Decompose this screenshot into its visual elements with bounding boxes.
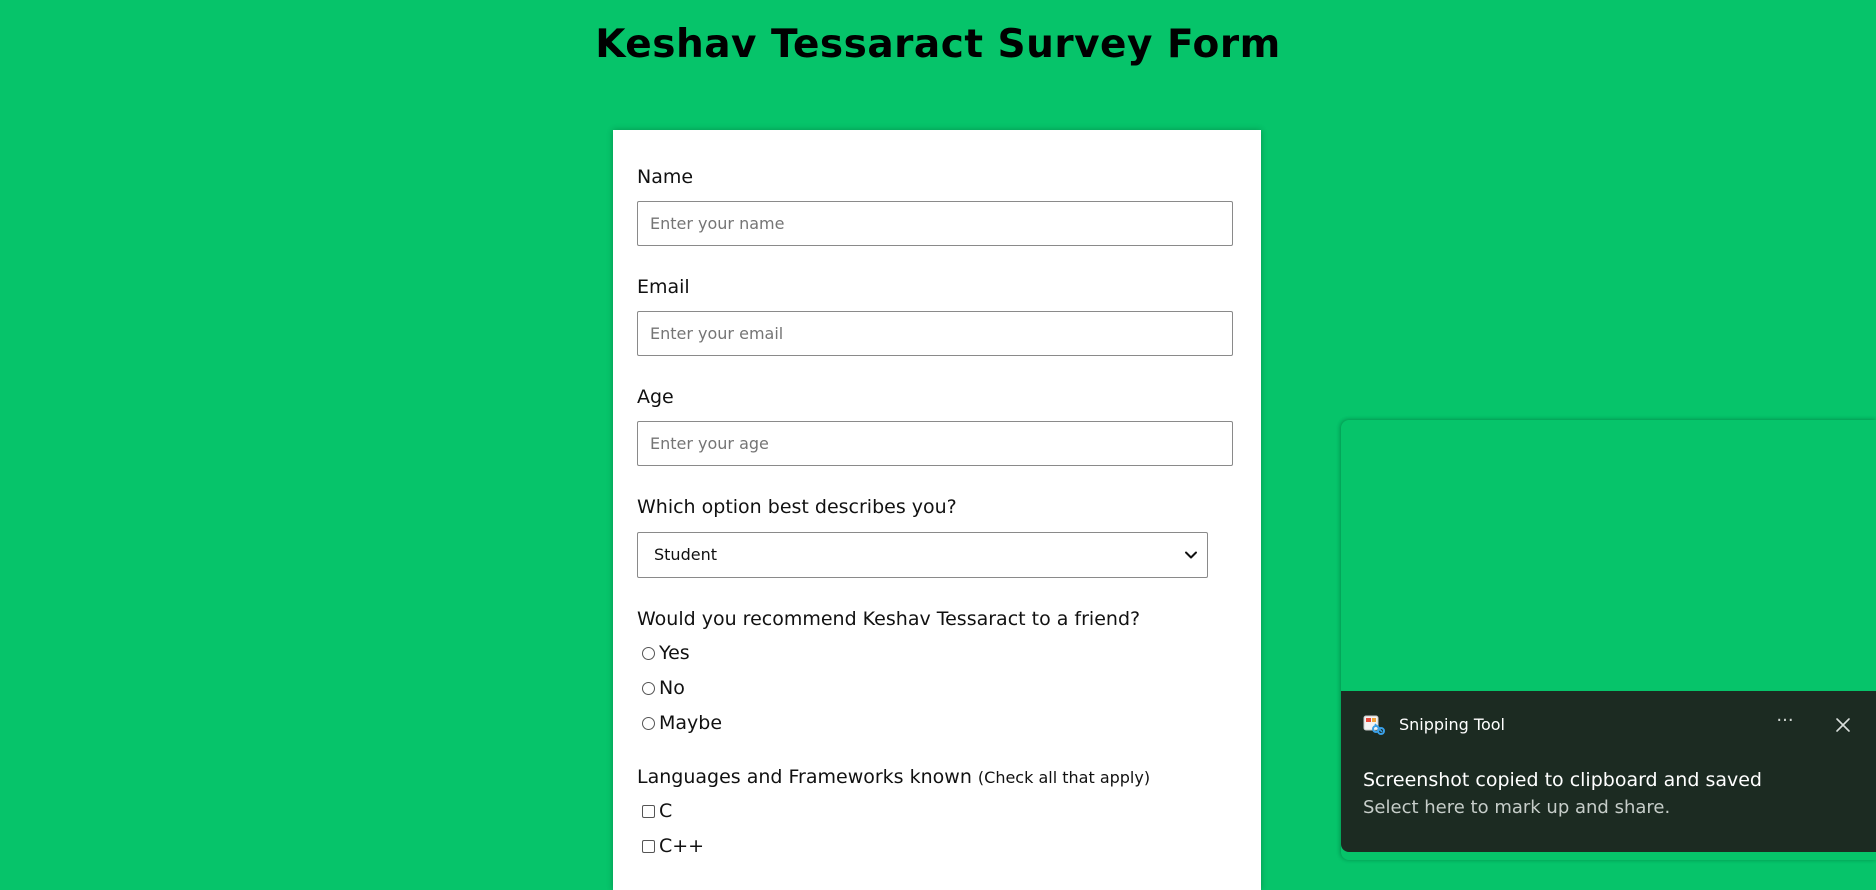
page-title: Keshav Tessaract Survey Form xyxy=(595,22,1281,67)
checkbox[interactable] xyxy=(642,804,655,818)
radio-label: Maybe xyxy=(659,712,723,734)
radio-button[interactable] xyxy=(642,646,655,660)
language-option-cpp[interactable]: C++ xyxy=(642,833,704,859)
chevron-down-icon xyxy=(1185,551,1197,559)
radio-button[interactable] xyxy=(642,681,655,695)
close-icon[interactable] xyxy=(1831,713,1855,737)
languages-label: Languages and Frameworks known (Check al… xyxy=(637,766,1150,788)
recommend-option-yes[interactable]: Yes xyxy=(642,640,690,666)
survey-form: Name Email Age Which option best describ… xyxy=(613,130,1261,890)
email-label: Email xyxy=(637,276,690,298)
age-input[interactable] xyxy=(637,421,1233,466)
snipping-tool-icon xyxy=(1363,715,1385,735)
recommend-label: Would you recommend Keshav Tessaract to … xyxy=(637,608,1141,630)
language-option-c[interactable]: C xyxy=(642,798,672,824)
checkbox-label: C xyxy=(659,800,673,822)
radio-label: No xyxy=(659,677,685,699)
name-input[interactable] xyxy=(637,201,1233,246)
languages-hint: (Check all that apply) xyxy=(977,768,1151,787)
role-selected-value: Student xyxy=(654,545,717,564)
name-label: Name xyxy=(637,166,694,188)
toast-title: Screenshot copied to clipboard and saved xyxy=(1363,769,1762,791)
recommend-option-maybe[interactable]: Maybe xyxy=(642,710,722,736)
role-label: Which option best describes you? xyxy=(637,496,957,518)
recommend-option-no[interactable]: No xyxy=(642,675,685,701)
toast-body: Select here to mark up and share. xyxy=(1363,797,1671,818)
more-options-icon[interactable]: ··· xyxy=(1771,709,1799,737)
role-dropdown[interactable]: Student xyxy=(637,532,1208,578)
radio-button[interactable] xyxy=(642,716,655,730)
radio-label: Yes xyxy=(659,642,690,664)
age-label: Age xyxy=(637,386,674,408)
email-input[interactable] xyxy=(637,311,1233,356)
languages-label-text: Languages and Frameworks known xyxy=(637,766,972,788)
snipping-tool-notification[interactable]: Snipping Tool ··· Screenshot copied to c… xyxy=(1341,691,1876,852)
checkbox-label: C++ xyxy=(659,835,705,857)
toast-app-name: Snipping Tool xyxy=(1399,715,1505,734)
checkbox[interactable] xyxy=(642,839,655,853)
